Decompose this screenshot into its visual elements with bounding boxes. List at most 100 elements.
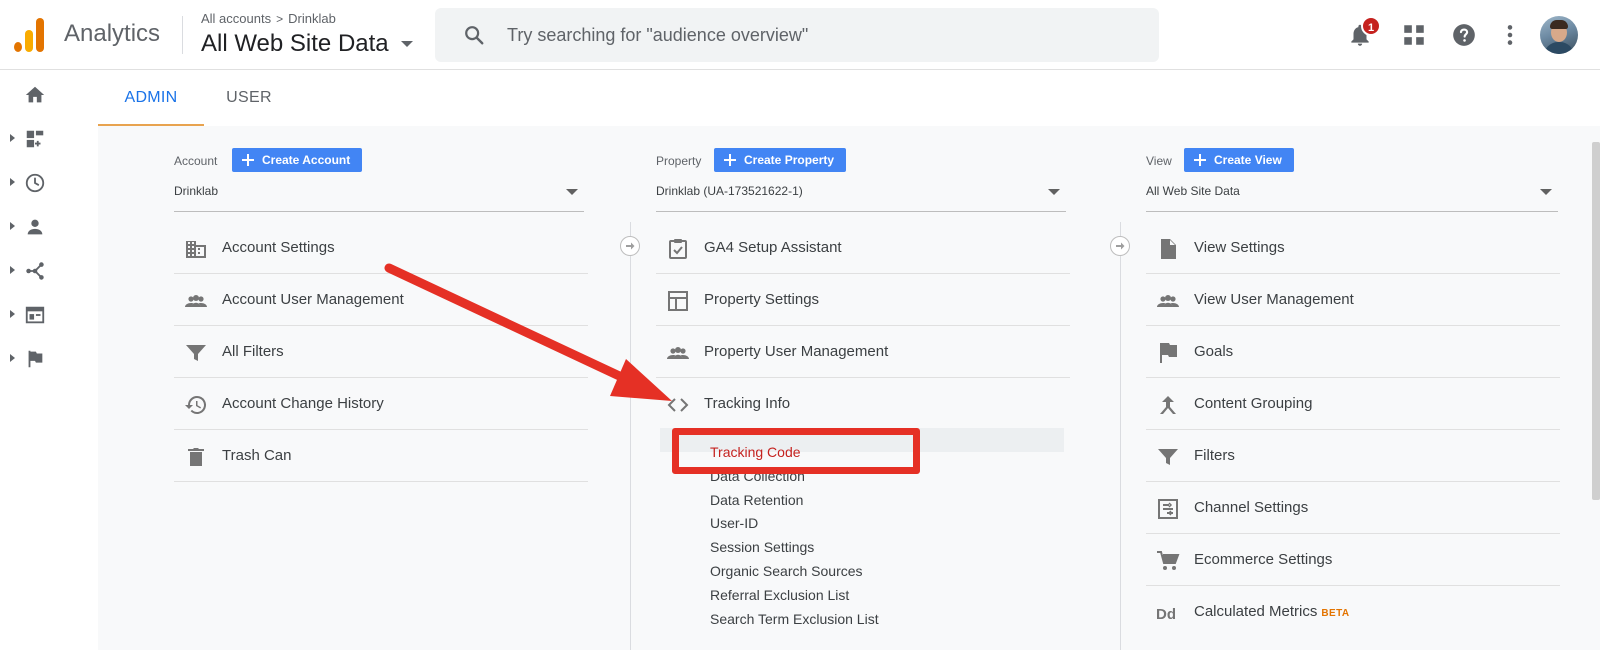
column-divider [1120,222,1121,650]
search-bar[interactable] [435,8,1159,62]
channel-settings-item[interactable]: Channel Settings [1146,482,1560,534]
chevron-right-icon [10,178,15,186]
document-icon [1161,239,1176,259]
header-divider [182,16,183,54]
caret-down-icon [1048,189,1060,195]
view-settings-item[interactable]: View Settings [1146,222,1560,274]
rail-home[interactable] [0,78,60,112]
account-change-history-item[interactable]: Account Change History [174,378,588,430]
search-input[interactable] [507,20,1127,50]
tracking-code-link[interactable]: Tracking Code [710,444,801,460]
trash-can-item[interactable]: Trash Can [174,430,588,482]
grouping-icon [1160,396,1176,414]
chevron-right-icon [10,134,15,142]
property-user-management-label: Property User Management [704,343,889,360]
rail-acquisition[interactable] [0,254,60,288]
filters-label: Filters [1194,447,1235,464]
filters-item[interactable]: Filters [1146,430,1560,482]
chevron-right-icon [10,266,15,274]
property-settings-item[interactable]: Property Settings [656,274,1070,326]
view-user-management-item[interactable]: View User Management [1146,274,1560,326]
view-column: View Create View All Web Site Data View … [1146,126,1566,650]
layout-icon [668,291,688,311]
user-id-link[interactable]: User-ID [710,515,758,531]
rail-conversions[interactable] [0,342,60,376]
property-picker[interactable]: Drinklab (UA-173521622-1) [656,182,1066,212]
tab-admin[interactable]: ADMIN [98,70,204,126]
account-breadcrumb[interactable]: All accounts > Drinklab [201,11,336,26]
code-icon [667,398,689,412]
help-icon[interactable] [1451,22,1477,48]
ecommerce-settings-label: Ecommerce Settings [1194,551,1333,568]
building-icon [186,241,206,258]
admin-content: Account Create Account Drinklab Account … [98,126,1600,650]
rail-customization[interactable] [0,122,60,156]
vertical-scrollbar[interactable] [1592,142,1600,500]
property-picker-value: Drinklab (UA-173521622-1) [656,184,803,198]
plus-icon [1194,154,1206,166]
column-divider [630,222,631,650]
breadcrumb-all-accounts[interactable]: All accounts [201,11,271,26]
beta-badge: BETA [1321,608,1350,619]
clock-icon [25,173,45,193]
notification-badge[interactable]: 1 [1361,16,1381,36]
plus-icon [242,154,254,166]
search-icon [465,26,484,45]
app-name: Analytics [64,20,161,47]
filter-icon [1158,449,1178,465]
caret-down-icon[interactable] [401,41,413,47]
create-property-button[interactable]: Create Property [714,148,847,172]
session-settings-link[interactable]: Session Settings [710,539,814,555]
organic-search-sources-link[interactable]: Organic Search Sources [710,563,863,579]
view-selector[interactable]: All Web Site Data [201,30,389,58]
search-term-exclusion-list-link[interactable]: Search Term Exclusion List [710,611,879,627]
caret-down-icon [1540,189,1552,195]
view-picker[interactable]: All Web Site Data [1146,182,1558,212]
calculated-metrics-item[interactable]: Dd Calculated Metrics BETA [1146,586,1560,638]
admin-tabs: ADMIN USER [98,70,1600,126]
account-settings-item[interactable]: Account Settings [174,222,588,274]
rail-realtime[interactable] [0,166,60,200]
caret-down-icon [566,189,578,195]
expand-arrow-icon[interactable] [1110,236,1130,256]
content-grouping-label: Content Grouping [1194,395,1313,412]
flag-icon [28,350,43,368]
home-icon [25,86,45,103]
account-settings-label: Account Settings [222,239,335,256]
content-grouping-item[interactable]: Content Grouping [1146,378,1560,430]
breadcrumb-account[interactable]: Drinklab [288,11,336,26]
analytics-logo[interactable] [14,18,46,52]
tab-user[interactable]: USER [216,70,282,126]
goals-item[interactable]: Goals [1146,326,1560,378]
data-collection-link[interactable]: Data Collection [710,468,805,484]
account-user-management-item[interactable]: Account User Management [174,274,588,326]
behavior-icon [25,306,45,324]
all-filters-item[interactable]: All Filters [174,326,588,378]
account-picker[interactable]: Drinklab [174,182,584,212]
ecommerce-settings-item[interactable]: Ecommerce Settings [1146,534,1560,586]
more-vert-icon[interactable] [1497,22,1523,48]
calculated-metrics-label: Calculated Metrics BETA [1194,603,1349,620]
people-icon [1157,295,1179,307]
ga4-setup-assistant-item[interactable]: GA4 Setup Assistant [656,222,1070,274]
rail-audience[interactable] [0,210,60,244]
property-user-management-item[interactable]: Property User Management [656,326,1070,378]
calculated-metrics-text: Calculated Metrics [1194,603,1318,620]
data-retention-link[interactable]: Data Retention [710,492,803,508]
apps-grid-icon[interactable] [1401,22,1427,48]
top-app-bar: Analytics All accounts > Drinklab All Web … [0,0,1600,70]
create-account-button[interactable]: Create Account [232,148,363,172]
create-view-button[interactable]: Create View [1184,148,1294,172]
create-account-label: Create Account [262,153,351,167]
goals-label: Goals [1194,343,1234,360]
rail-behavior[interactable] [0,298,60,332]
all-filters-label: All Filters [222,343,284,360]
trash-icon [188,448,204,466]
user-avatar[interactable] [1540,16,1578,54]
view-picker-value: All Web Site Data [1146,184,1240,198]
tracking-info-item[interactable]: Tracking Info [656,378,1070,430]
trash-can-label: Trash Can [222,447,292,464]
referral-exclusion-list-link[interactable]: Referral Exclusion List [710,587,849,603]
filter-icon [186,345,206,361]
expand-arrow-icon[interactable] [620,236,640,256]
